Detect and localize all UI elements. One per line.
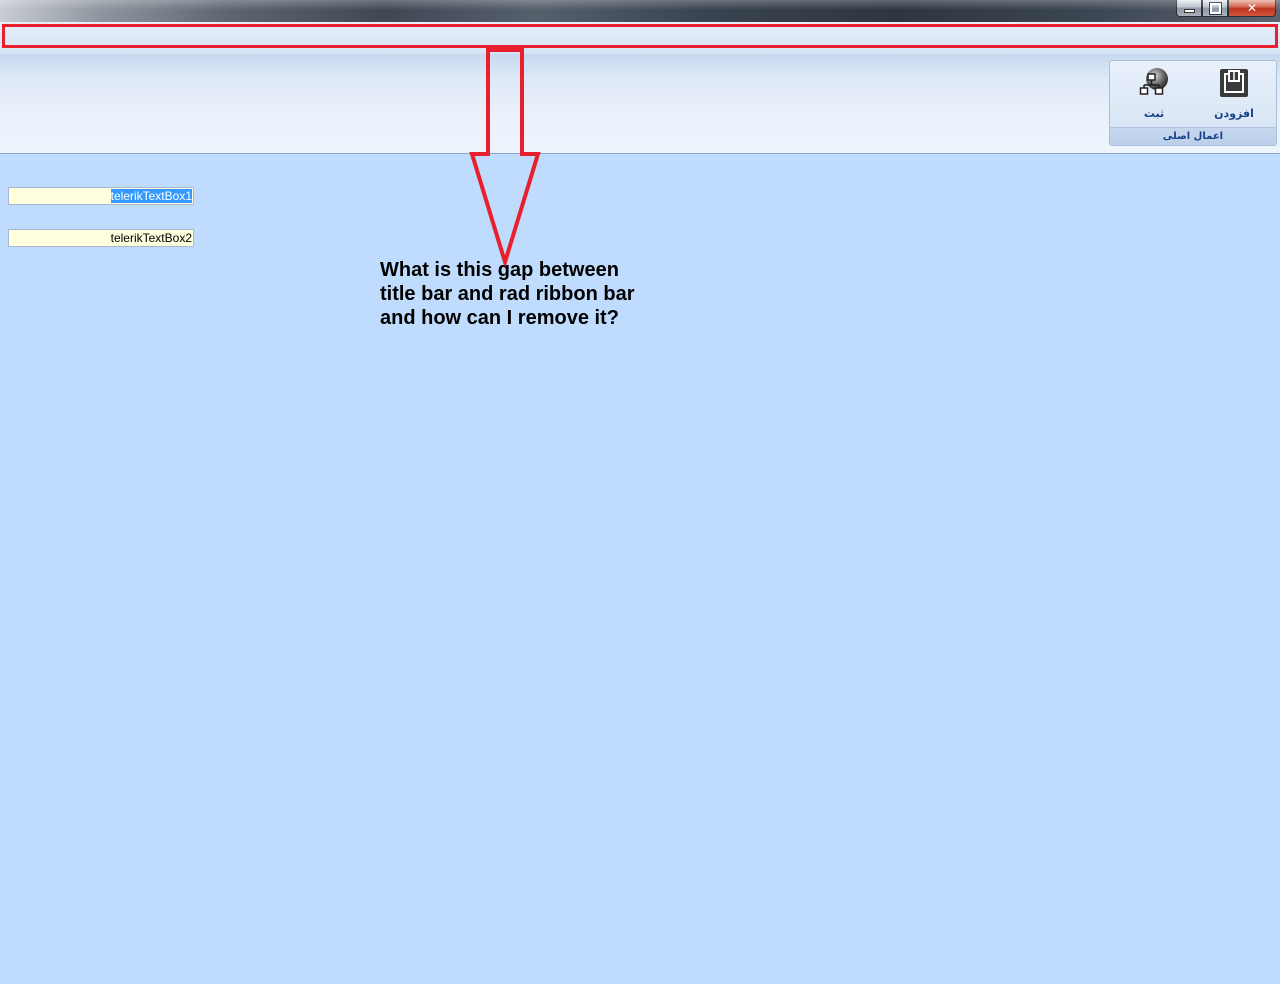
add-button[interactable]: افزودن [1204,64,1264,124]
add-frame-icon [1220,69,1248,97]
ribbon-group-caption: اعمال اصلی [1110,127,1276,145]
annotation-arrow [469,48,541,269]
textbox-2-value: telerikTextBox2 [110,231,192,245]
telerik-textbox-2[interactable]: telerikTextBox2 [8,229,194,247]
annotation-text: What is this gap between title bar and r… [380,258,700,330]
minimize-button[interactable] [1176,0,1202,17]
window-controls: ✕ [1176,0,1276,18]
minimize-icon [1184,10,1194,12]
register-button[interactable]: ثبت [1124,64,1184,124]
add-button-label: افزودن [1214,107,1254,120]
telerik-textbox-1[interactable]: telerikTextBox1 [8,187,194,205]
rad-ribbon-bar: ثبت افزودن اعمال اصلی [0,54,1280,154]
gap-highlight-box [2,24,1278,48]
app-window: ✕ ثبت افزودن اعمال اصلی telerikTextBox1 … [0,0,1280,984]
annotation-line: What is this gap between [380,259,619,281]
title-bar[interactable]: ✕ [0,0,1280,22]
restore-button[interactable] [1202,0,1228,17]
close-button[interactable]: ✕ [1228,0,1276,17]
close-icon: ✕ [1246,1,1258,15]
annotation-line: and how can I remove it? [380,307,619,329]
register-button-label: ثبت [1143,107,1165,120]
annotation-line: title bar and rad ribbon bar [380,283,635,305]
restore-icon [1209,2,1221,14]
textbox-1-value: telerikTextBox1 [110,189,192,203]
sitemap-globe-icon [1139,68,1168,95]
ribbon-group-main-actions: ثبت افزودن اعمال اصلی [1109,60,1277,146]
